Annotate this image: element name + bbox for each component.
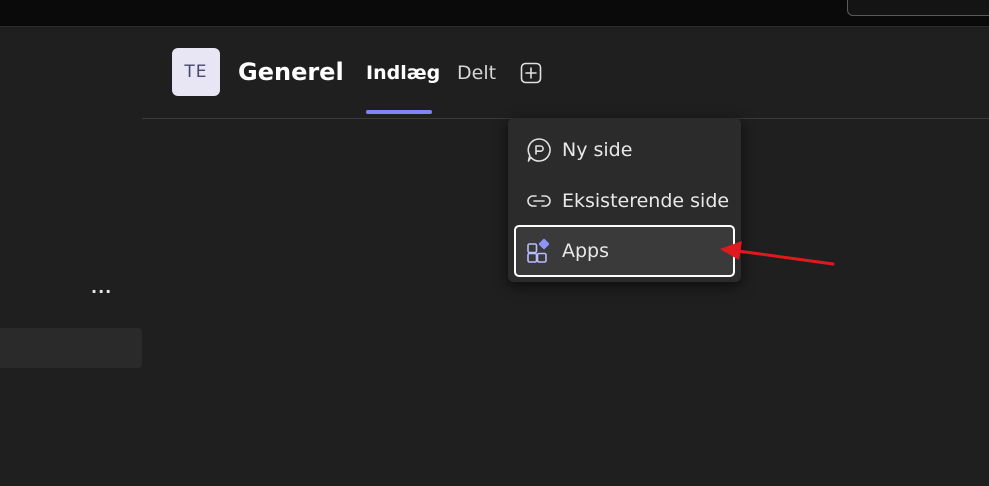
channel-sidebar: ...: [0, 27, 142, 486]
top-bar: [0, 0, 989, 27]
link-icon: [524, 186, 554, 216]
tab-shared[interactable]: Delt: [457, 62, 496, 84]
tab-posts[interactable]: Indlæg: [366, 62, 440, 84]
menu-item-label: Ny side: [562, 139, 633, 161]
search-input[interactable]: [847, 0, 989, 16]
more-options-icon[interactable]: ...: [91, 278, 112, 297]
menu-item-label: Apps: [562, 240, 610, 262]
menu-item-new-page[interactable]: Ny side: [514, 126, 735, 174]
page-chat-icon: [524, 135, 554, 165]
apps-icon: [524, 236, 554, 266]
menu-item-label: Eksisterende side: [562, 190, 730, 212]
menu-item-existing-page[interactable]: Eksisterende side: [514, 177, 735, 225]
add-tab-button[interactable]: [519, 61, 543, 85]
plus-square-icon: [520, 62, 542, 84]
sidebar-item-selected[interactable]: [0, 328, 142, 368]
channel-title: Generel: [238, 58, 344, 86]
team-avatar-initials: TE: [184, 62, 208, 82]
team-avatar[interactable]: TE: [172, 48, 220, 96]
teams-window: ... TE Generel Indlæg Delt Ny side Eksis…: [0, 0, 989, 486]
annotation-arrow-icon: [720, 241, 835, 266]
active-tab-indicator: [366, 110, 432, 114]
